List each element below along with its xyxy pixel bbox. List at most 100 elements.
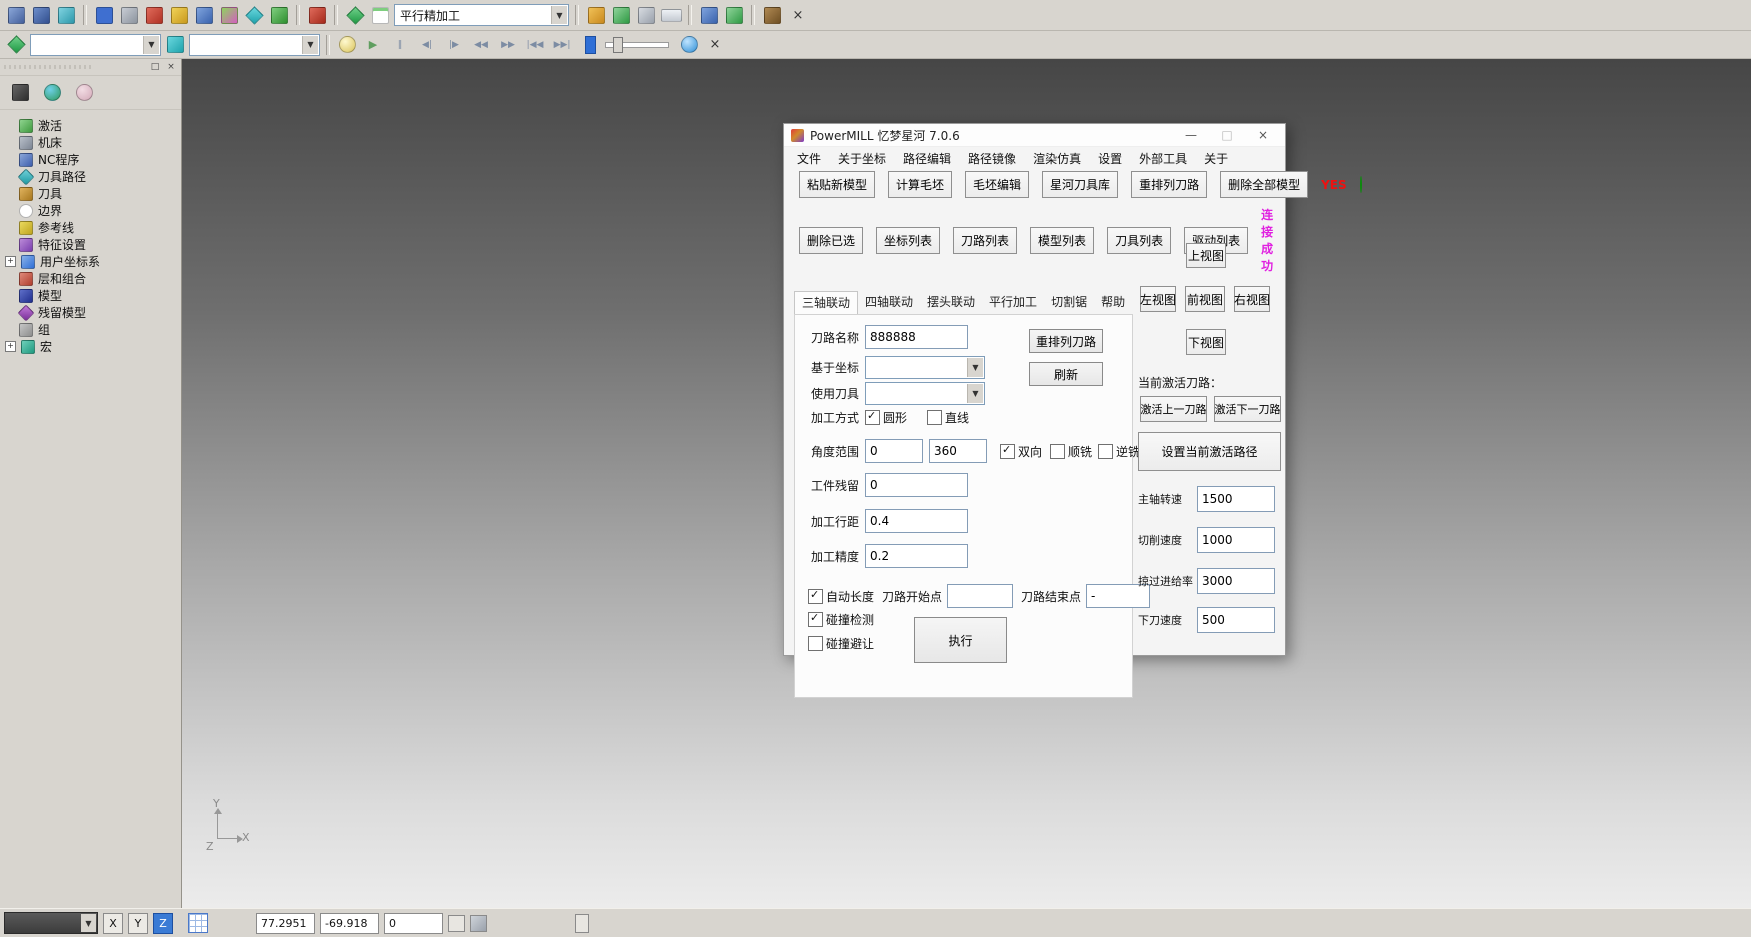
collision-avoid-checkbox[interactable]: 碰撞避让 [808, 635, 874, 652]
tree-item-activate[interactable]: 激活 [5, 117, 181, 134]
tree-item-workplanes[interactable]: +用户坐标系 [5, 253, 181, 270]
expand-icon[interactable]: + [5, 341, 16, 352]
activate-next-button[interactable]: 激活下一刀路 [1214, 396, 1281, 422]
statusbar-combo[interactable]: ▼ [4, 912, 98, 934]
toolpath-list-icon[interactable] [344, 4, 366, 26]
menu-render-sim[interactable]: 渲染仿真 [1033, 150, 1081, 167]
expand-icon[interactable]: + [5, 256, 16, 267]
auto-length-checkbox[interactable]: 自动长度 [808, 588, 874, 605]
coord-y-field[interactable]: -69.918 [320, 913, 379, 934]
sim-tool-combo-arrow-icon[interactable]: ▼ [302, 36, 318, 54]
use-tool-select[interactable]: ▼ [865, 382, 985, 405]
execute-button[interactable]: 执行 [914, 617, 1007, 663]
globe-icon[interactable] [41, 82, 63, 104]
dialog-close-button[interactable]: × [1248, 128, 1278, 142]
paste-new-model-button[interactable]: 粘贴新模型 [799, 171, 875, 198]
menu-settings[interactable]: 设置 [1098, 150, 1122, 167]
angle-start-input[interactable] [865, 439, 923, 463]
menu-file[interactable]: 文件 [797, 150, 821, 167]
play-button[interactable]: ▶ [361, 35, 385, 55]
step-back-button[interactable]: ◀| [415, 35, 439, 55]
pause-button[interactable]: ‖ [388, 35, 412, 55]
menu-path-edit[interactable]: 路径编辑 [903, 150, 951, 167]
tab-4axis[interactable]: 四轴联动 [858, 291, 920, 314]
save-icon[interactable] [30, 4, 52, 26]
menu-coords[interactable]: 关于坐标 [838, 150, 886, 167]
list-options-icon[interactable] [448, 915, 465, 932]
model-list-button[interactable]: 模型列表 [1030, 227, 1094, 254]
base-coord-select[interactable]: ▼ [865, 356, 985, 379]
workplane-icon[interactable] [93, 4, 115, 26]
coord-z-field[interactable]: 0 [384, 913, 443, 934]
panel-toggle-icon[interactable] [575, 914, 589, 933]
start-point-input[interactable] [947, 584, 1013, 608]
dialog-titlebar[interactable]: PowerMILL 忆梦星河 7.0.6 — □ × [784, 124, 1285, 147]
coord-list-button[interactable]: 坐标列表 [876, 227, 940, 254]
menu-external-tools[interactable]: 外部工具 [1139, 150, 1187, 167]
tab-parallel[interactable]: 平行加工 [982, 291, 1044, 314]
hierarchy-icon[interactable] [9, 82, 31, 104]
strategy-list-icon[interactable] [369, 4, 391, 26]
measure-icon[interactable] [118, 4, 140, 26]
tree-item-feature-sets[interactable]: 特征设置 [5, 236, 181, 253]
compute-block-button[interactable]: 计算毛坯 [888, 171, 952, 198]
pencil-icon[interactable] [168, 4, 190, 26]
toolbar2-close-button[interactable]: × [707, 36, 723, 54]
go-to-end-button[interactable]: ▶▶| [550, 35, 574, 55]
toolpath-list-button[interactable]: 刀路列表 [953, 227, 1017, 254]
menu-about[interactable]: 关于 [1204, 150, 1228, 167]
tree-item-toolpaths[interactable]: 刀具路径 [5, 168, 181, 185]
angle-end-input[interactable] [929, 439, 987, 463]
axes-mode-icon[interactable] [470, 915, 487, 932]
sim-toolpath-icon[interactable] [5, 34, 27, 56]
clock-icon[interactable] [678, 34, 700, 56]
dialog-maximize-button[interactable]: □ [1212, 128, 1242, 142]
rewind-button[interactable]: ◀◀ [469, 35, 493, 55]
stepover-input[interactable] [865, 509, 968, 533]
plunge-feed-input[interactable] [1197, 607, 1275, 633]
paint-icon[interactable] [218, 4, 240, 26]
strategy-combo[interactable]: 平行精加工 ▼ [394, 4, 569, 26]
sim-tool-icon[interactable] [164, 34, 186, 56]
delete-selected-button[interactable]: 删除已选 [799, 227, 863, 254]
circle-checkbox[interactable]: 圆形 [865, 409, 907, 426]
base-coord-select-arrow-icon[interactable]: ▼ [967, 358, 983, 377]
tab-3axis[interactable]: 三轴联动 [794, 291, 858, 315]
axis-y-button[interactable]: Y [128, 913, 148, 934]
tree-item-patterns[interactable]: 参考线 [5, 219, 181, 236]
tool-library-button[interactable]: 星河刀具库 [1042, 171, 1118, 198]
collision-check-checkbox[interactable]: 碰撞检测 [808, 611, 874, 628]
top-view-button[interactable]: 上视图 [1186, 243, 1226, 268]
axis-z-button[interactable]: Z [153, 913, 173, 934]
diamond-tool-icon[interactable] [243, 4, 265, 26]
tree-item-boundaries[interactable]: 边界 [5, 202, 181, 219]
right-view-button[interactable]: 右视图 [1234, 286, 1270, 312]
fast-forward-button[interactable]: ▶▶ [496, 35, 520, 55]
explorer-grip[interactable]: □ × [0, 59, 181, 76]
tolerance-input[interactable] [865, 544, 968, 568]
line-checkbox[interactable]: 直线 [927, 409, 969, 426]
front-view-button[interactable]: 前视图 [1185, 286, 1225, 312]
tree-item-stock-models[interactable]: 残留模型 [5, 304, 181, 321]
step-forward-button[interactable]: |▶ [442, 35, 466, 55]
stock-input[interactable] [865, 473, 968, 497]
bottom-view-button[interactable]: 下视图 [1186, 329, 1226, 355]
transform-icon[interactable] [143, 4, 165, 26]
explorer-pin-button[interactable]: □ [149, 61, 161, 73]
tree-item-machine[interactable]: 机床 [5, 134, 181, 151]
tree-item-macros[interactable]: +宏 [5, 338, 181, 355]
coord-x-field[interactable]: 77.2951 [256, 913, 315, 934]
conventional-checkbox[interactable]: 逆铣 [1098, 443, 1140, 460]
tab-swivel-head[interactable]: 摆头联动 [920, 291, 982, 314]
activate-prev-button[interactable]: 激活上一刀路 [1140, 396, 1207, 422]
rearrange-button[interactable]: 重排列刀路 [1029, 329, 1103, 353]
bidirectional-checkbox[interactable]: 双向 [1000, 443, 1042, 460]
binoculars-icon[interactable] [761, 4, 783, 26]
chart-icon[interactable] [698, 4, 720, 26]
print-icon[interactable] [55, 4, 77, 26]
readout-icon[interactable] [660, 4, 682, 26]
fill-bucket-icon[interactable] [306, 4, 328, 26]
tree-item-tools[interactable]: 刀具 [5, 185, 181, 202]
toolbar1-close-button[interactable]: × [790, 6, 806, 24]
tool-setup-icon[interactable] [585, 4, 607, 26]
